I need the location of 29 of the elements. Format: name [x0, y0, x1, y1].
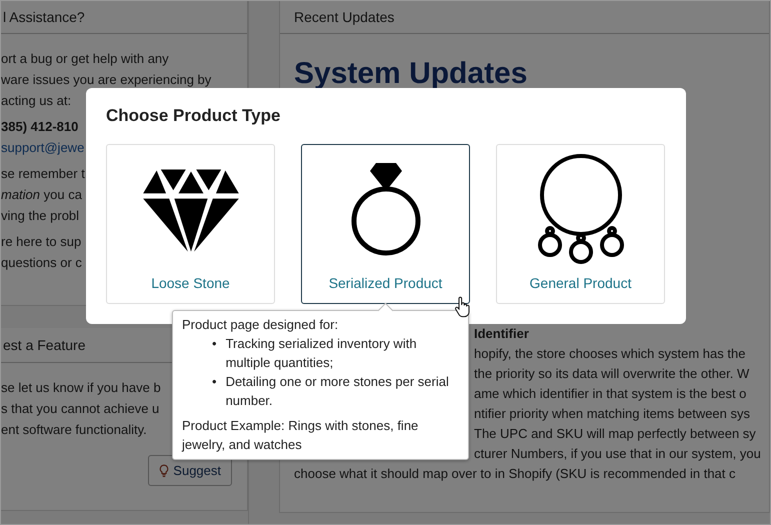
paragraph-line: ntifier priority when matching items between sys: [474, 405, 750, 423]
section-heading: Identifier: [474, 325, 529, 343]
list-item: Detailing one or more stones per serial number.: [226, 373, 450, 410]
tooltip-text: Product Example: Rings with stones, fine jewelry, and watches: [182, 417, 420, 454]
dialog-title: Choose Product Type: [106, 106, 282, 126]
paragraph: ort a bug or get help with any ware issues you are experiencing by acting us at:: [1, 50, 212, 108]
product-type-card[interactable]: General Product: [496, 144, 665, 304]
panel-title: Recent Updates: [294, 9, 394, 25]
email-link[interactable]: support@jewe: [1, 137, 84, 158]
phone-number: 385) 412-810: [1, 118, 78, 136]
paragraph: re here to sup questions or c: [1, 233, 82, 272]
paragraph-line: the priority so its data will overwrite the other. W: [474, 365, 750, 383]
tooltip-text: Product page designed for:: [182, 316, 340, 334]
page-heading: System Updates: [294, 56, 528, 92]
paragraph-line: ame which identifier in that system is the best o: [474, 385, 746, 403]
product-type-card[interactable]: Loose Stone: [106, 144, 275, 304]
card-title: l Assistance?: [3, 9, 85, 25]
list-bullet: •: [212, 373, 217, 391]
list-bullet: •: [212, 335, 217, 353]
paragraph-line: choose what it should map over to in Shopify (SKU is recommended in that c: [294, 465, 736, 483]
list-item: Tracking serialized inventory with multiple quantities;: [226, 335, 418, 372]
paragraph: se let us know if you have b s that you cannot achieve u ent software functionality.: [1, 379, 161, 439]
lightbulb-icon: [159, 464, 170, 478]
paragraph-line: hopify, the store chooses which system has the: [474, 345, 746, 363]
pendant-icon: [538, 153, 624, 265]
card-title: est a Feature: [3, 337, 86, 353]
product-type-card[interactable]: Serialized Product: [301, 144, 470, 304]
paragraph-line: The UPC and SKU will map perfectly between sy: [474, 425, 756, 443]
paragraph-line: cturer Numbers, if you use that in our system, you: [474, 445, 761, 463]
